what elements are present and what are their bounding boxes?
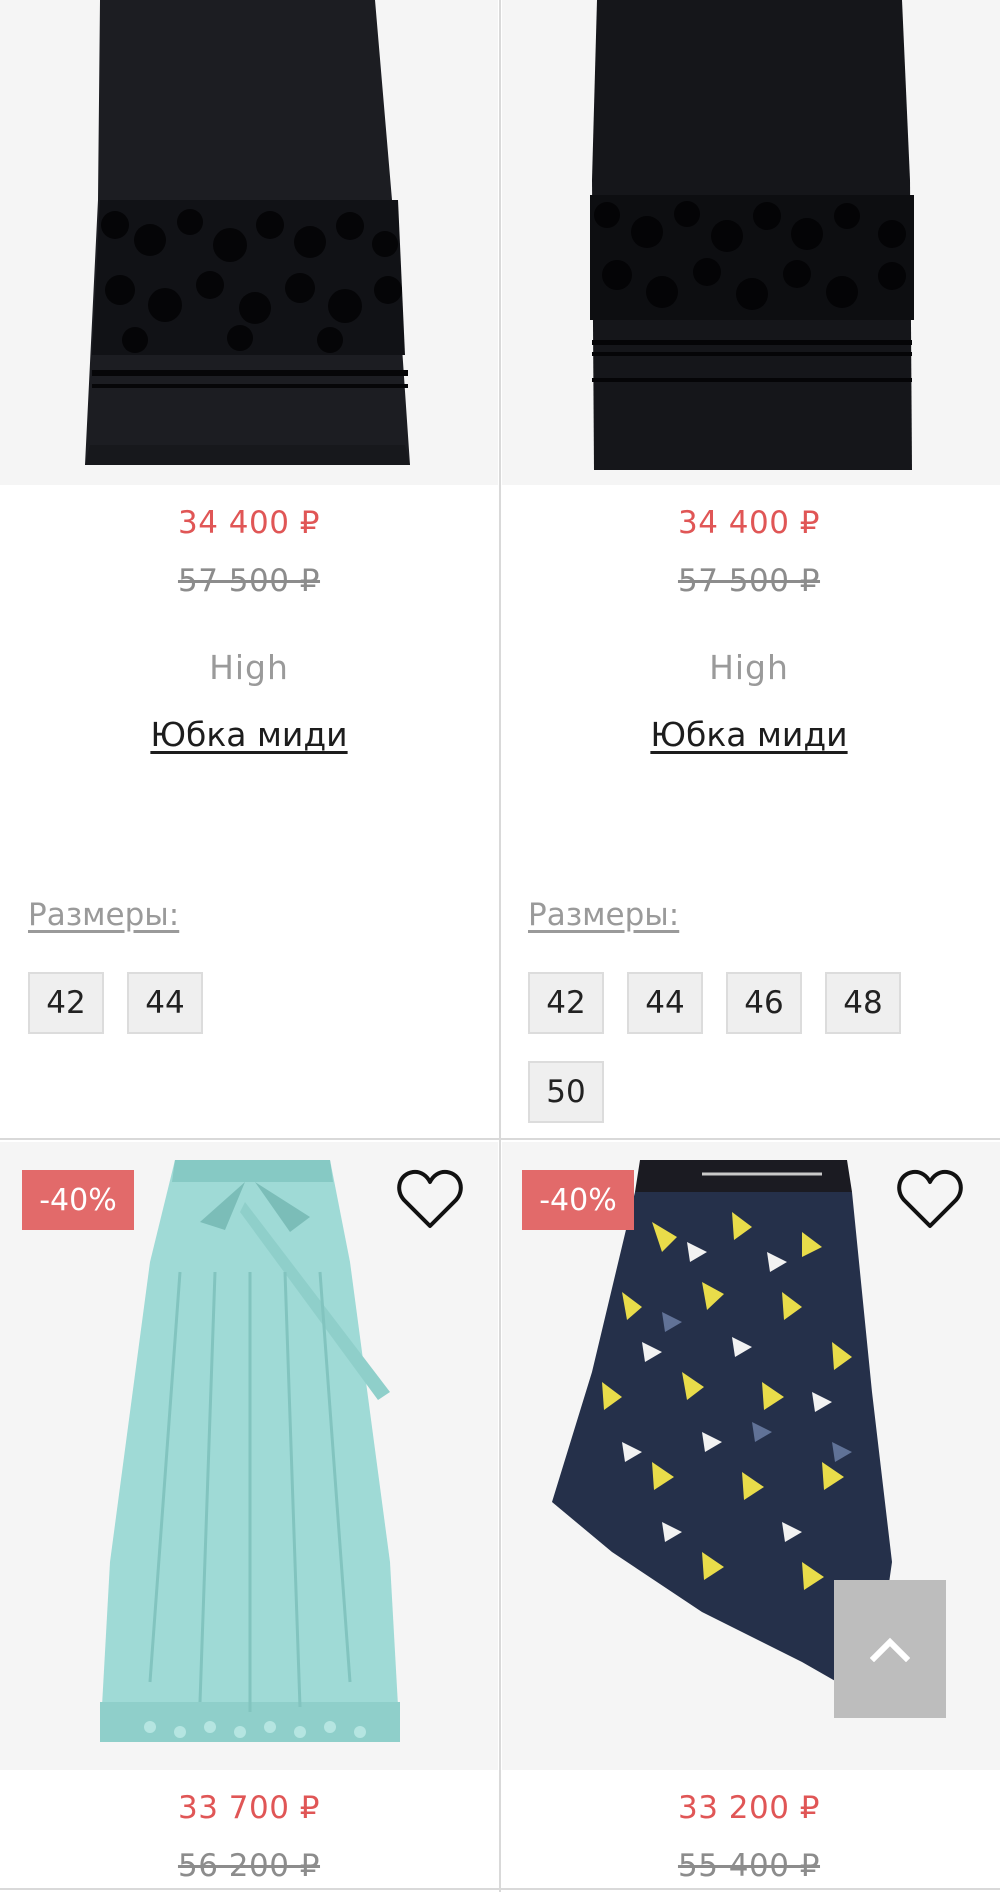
size-option[interactable]: 42 [528,972,604,1034]
product-image[interactable] [0,0,498,485]
scroll-to-top-button[interactable] [834,1580,946,1718]
original-price: 55 400 ₽ [677,1848,821,1884]
product-title-link[interactable]: Юбка миди [500,715,998,754]
sale-price: 33 200 ₽ [677,1790,821,1826]
sizes-label[interactable]: Размеры: [28,897,179,933]
original-price: 56 200 ₽ [177,1848,321,1884]
chevron-up-icon [870,1637,910,1662]
sale-price: 34 400 ₽ [177,505,321,541]
product-card[interactable]: -40% 33 200 ₽ 55 400 ₽ [500,1140,1000,1892]
product-card[interactable]: 34 400 ₽ 57 500 ₽ High Юбка миди Размеры… [500,0,1000,1140]
size-option[interactable]: 46 [726,972,802,1034]
mint-skirt-image [100,1160,400,1742]
brand-name: High [709,648,789,687]
sale-price: 33 700 ₽ [177,1790,321,1826]
size-option[interactable]: 44 [127,972,203,1034]
product-title[interactable]: Юбка миди [650,715,847,754]
product-image[interactable] [0,1142,498,1770]
product-card[interactable]: -40% 33 700 ₽ 56 200 ₽ [0,1140,500,1892]
discount-badge: -40% [22,1170,134,1230]
size-option[interactable]: 44 [627,972,703,1034]
product-card[interactable]: 34 400 ₽ 57 500 ₽ High Юбка миди Размеры… [0,0,500,1140]
sale-price: 34 400 ₽ [677,505,821,541]
column-divider [499,0,501,1892]
black-midi-skirt-image [85,0,410,465]
brand-name: High [209,648,289,687]
product-title-link[interactable]: Юбка миди [0,715,498,754]
size-option[interactable]: 50 [528,1061,604,1123]
black-midi-skirt-image [590,0,914,470]
heart-icon[interactable] [897,1168,963,1230]
product-image[interactable] [502,0,1000,485]
row-divider [0,1138,1000,1140]
sizes-label[interactable]: Размеры: [528,897,679,933]
size-option[interactable]: 42 [28,972,104,1034]
original-price: 57 500 ₽ [177,563,321,599]
discount-badge: -40% [522,1170,634,1230]
product-title[interactable]: Юбка миди [150,715,347,754]
size-option[interactable]: 48 [825,972,901,1034]
row-divider [0,1888,1000,1890]
original-price: 57 500 ₽ [677,563,821,599]
heart-icon[interactable] [397,1168,463,1230]
